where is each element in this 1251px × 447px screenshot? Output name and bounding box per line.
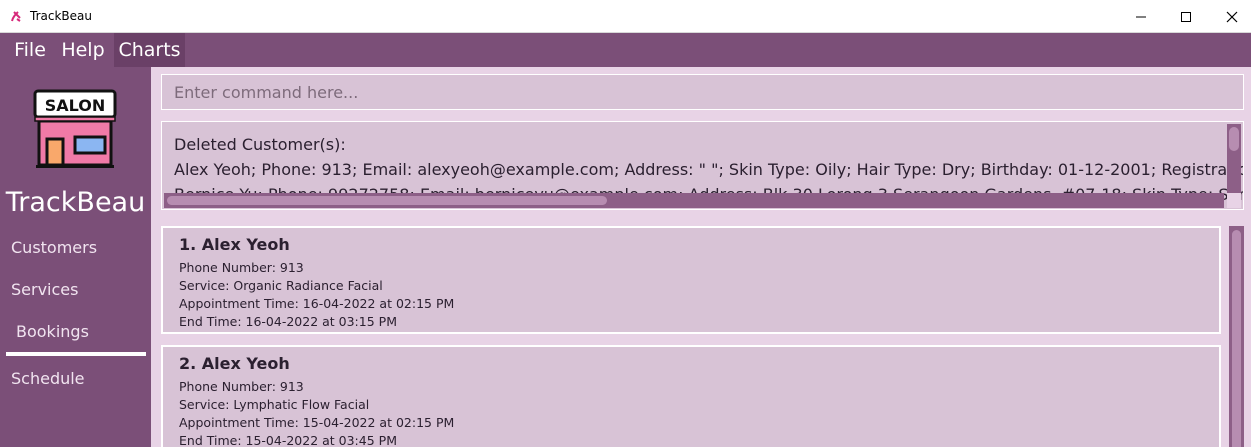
result-line: Alex Yeoh; Phone: 913; Email: alexyeoh@e… [174,160,1244,179]
sidebar-item-customers[interactable]: Customers [11,238,97,257]
app-window: TrackBeau File Help Charts SALON TrackBe… [0,0,1251,447]
booking-appointment-time: Appointment Time: 15-04-2022 at 02:15 PM [179,415,455,430]
booking-service: Service: Organic Radiance Facial [179,278,383,293]
booking-end-time: End Time: 15-04-2022 at 03:45 PM [179,433,397,447]
minimize-button[interactable] [1118,0,1164,33]
title-bar: TrackBeau [0,0,1251,33]
app-brand: TrackBeau [5,187,146,218]
main-panel: Deleted Customer(s): Alex Yeoh; Phone: 9… [151,67,1251,447]
booking-list-scrollbar[interactable] [1229,226,1244,447]
minimize-icon [1136,16,1146,17]
menu-file[interactable]: File [8,33,52,67]
command-box [161,74,1244,110]
booking-card[interactable]: 1. Alex Yeoh Phone Number: 913 Service: … [161,226,1221,334]
sidebar-item-services[interactable]: Services [11,280,78,299]
booking-appointment-time: Appointment Time: 16-04-2022 at 02:15 PM [179,296,455,311]
booking-title: 2. Alex Yeoh [179,354,290,373]
booking-title: 1. Alex Yeoh [179,235,290,254]
scrollbar-corner [1227,193,1241,208]
maximize-icon [1181,11,1191,22]
menu-charts[interactable]: Charts [114,33,185,67]
active-tab-indicator [6,352,146,356]
booking-card[interactable]: 2. Alex Yeoh Phone Number: 913 Service: … [161,345,1221,447]
booking-end-time: End Time: 16-04-2022 at 03:15 PM [179,314,397,329]
scroll-thumb[interactable] [1232,230,1241,447]
sidebar-item-schedule[interactable]: Schedule [11,369,85,388]
maximize-button[interactable] [1163,0,1209,33]
menu-bar: File Help Charts [0,33,1251,67]
logo-text: SALON [45,96,106,115]
sidebar: SALON TrackBeau Customers Services Booki… [0,67,151,447]
booking-phone: Phone Number: 913 [179,260,304,275]
sidebar-item-bookings[interactable]: Bookings [16,322,89,341]
menu-help[interactable]: Help [56,33,110,67]
result-line: Deleted Customer(s): [174,135,346,154]
close-icon [1226,11,1238,22]
app-logo-icon [11,11,21,22]
command-input[interactable] [162,75,1243,109]
result-horizontal-scrollbar[interactable] [164,193,1224,208]
window-title: TrackBeau [30,9,92,23]
result-display[interactable]: Deleted Customer(s): Alex Yeoh; Phone: 9… [161,121,1244,210]
booking-list: 1. Alex Yeoh Phone Number: 913 Service: … [151,220,1251,447]
salon-logo-icon: SALON [33,89,117,168]
booking-service: Service: Lymphatic Flow Facial [179,397,370,412]
scroll-thumb[interactable] [167,196,607,205]
booking-phone: Phone Number: 913 [179,379,304,394]
scroll-thumb[interactable] [1229,127,1239,151]
close-button[interactable] [1209,0,1251,33]
